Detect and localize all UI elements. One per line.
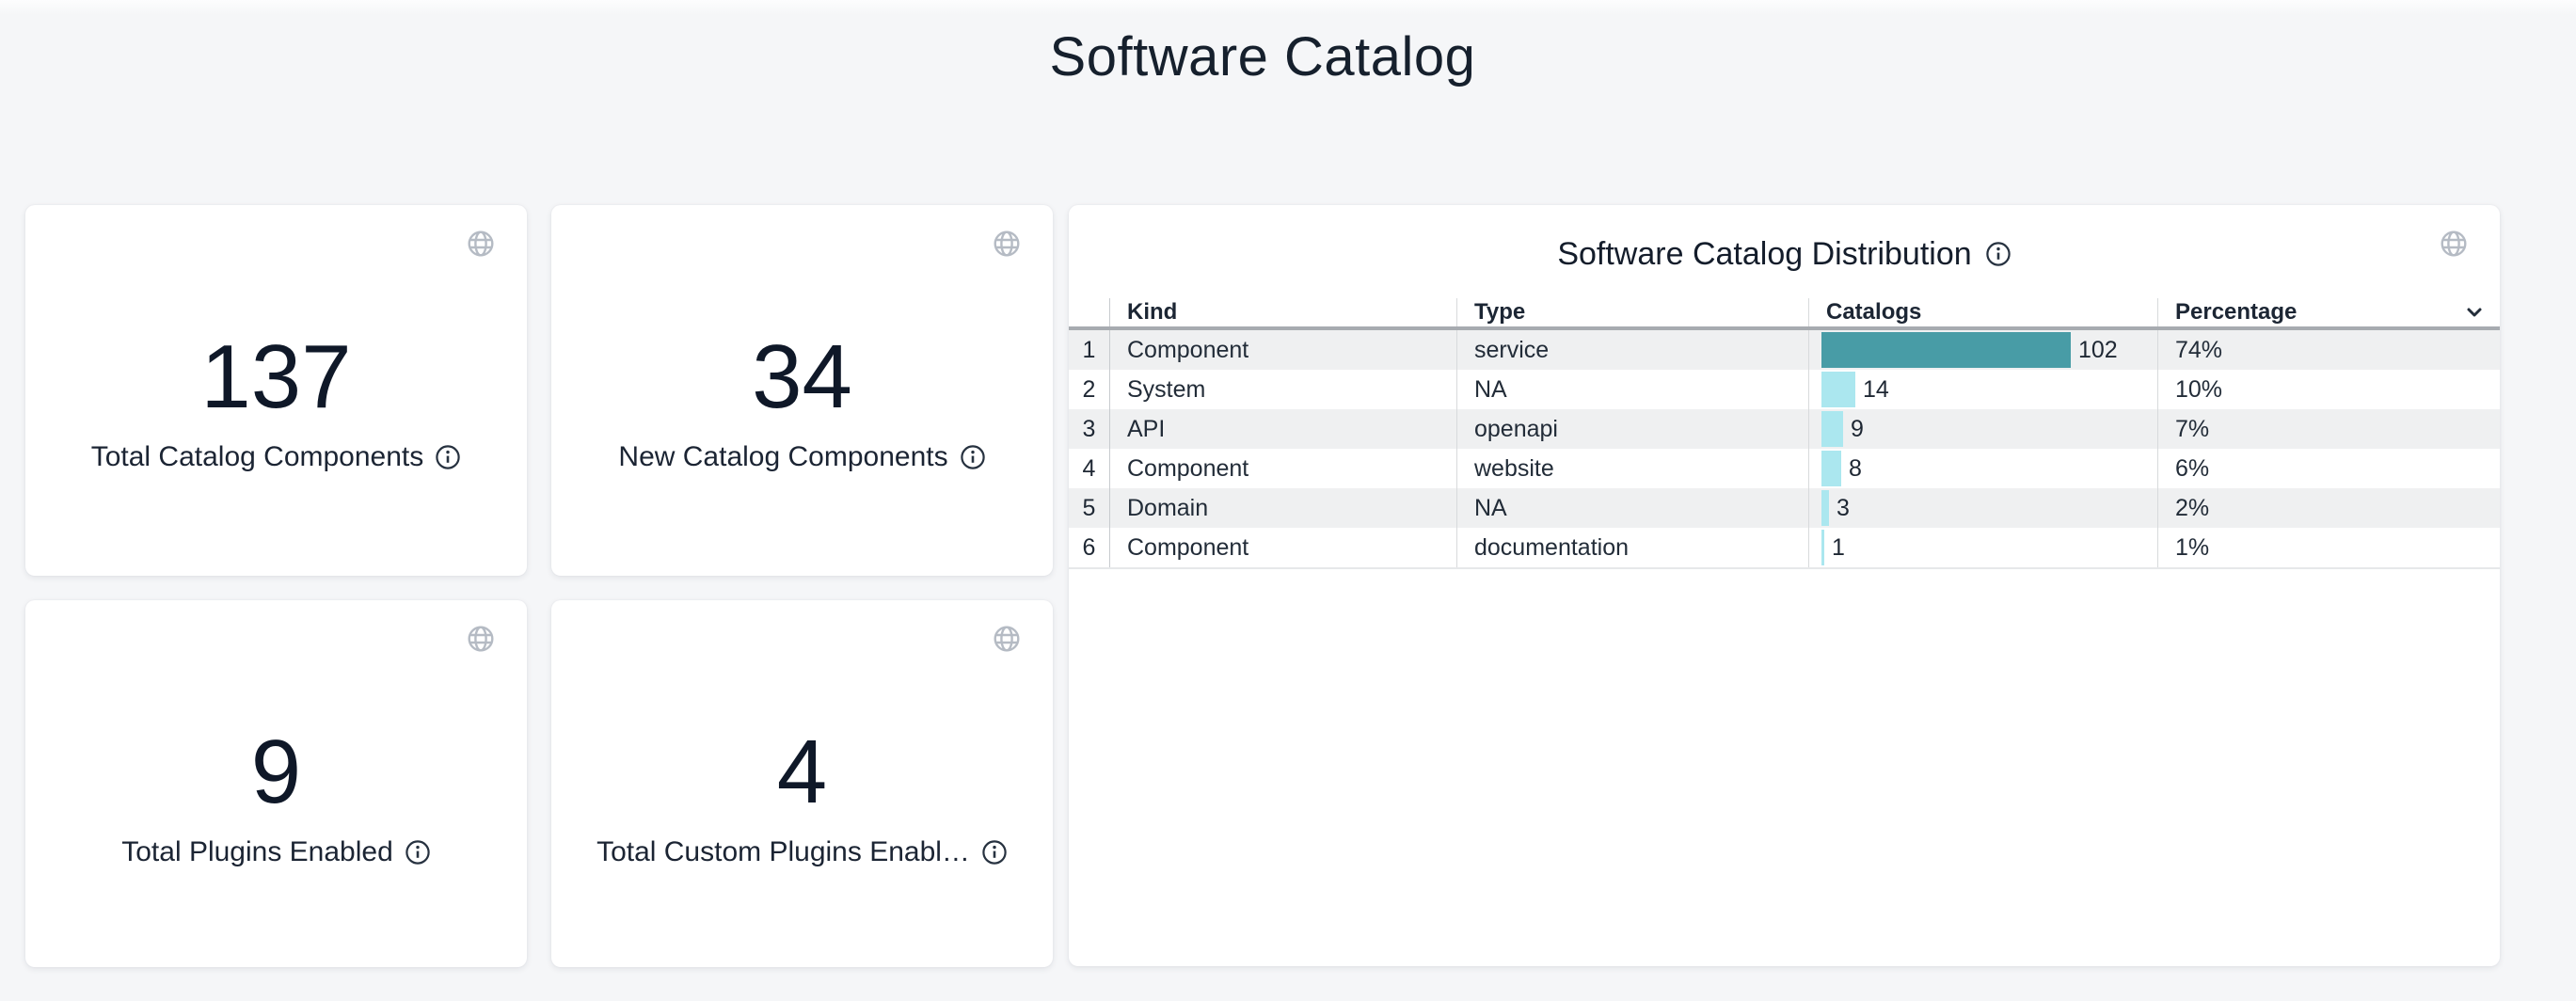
cell-percentage: 1%	[2157, 528, 2500, 567]
cell-kind: Component	[1109, 528, 1456, 567]
catalog-bar-value: 3	[1837, 495, 1850, 522]
cell-percentage: 10%	[2157, 370, 2500, 409]
row-index: 4	[1069, 449, 1109, 488]
cell-type: service	[1456, 330, 1808, 370]
catalog-bar	[1821, 411, 1843, 447]
catalog-bar	[1821, 530, 1824, 565]
table-row: 5 Domain NA 3 2%	[1069, 488, 2500, 528]
stat-card-new-catalog-components: 34 New Catalog Components	[551, 205, 1053, 576]
catalog-bar	[1821, 451, 1841, 486]
catalog-bar-value: 8	[1849, 455, 1862, 483]
chevron-down-icon[interactable]	[2462, 300, 2487, 325]
stat-card-total-custom-plugins-enabled: 4 Total Custom Plugins Enabl…	[551, 600, 1053, 967]
row-index: 1	[1069, 330, 1109, 370]
software-catalog-distribution-card: Software Catalog Distribution Kind Type …	[1069, 205, 2500, 966]
stat-label: Total Custom Plugins Enabl…	[596, 836, 970, 868]
catalog-bar	[1821, 490, 1829, 526]
stat-value: 4	[551, 721, 1053, 824]
column-header-catalogs[interactable]: Catalogs	[1808, 298, 2157, 326]
info-icon[interactable]	[435, 444, 461, 470]
catalog-bar-value: 102	[2078, 337, 2118, 364]
cell-percentage: 7%	[2157, 409, 2500, 449]
cell-type: NA	[1456, 488, 1808, 528]
catalog-bar-value: 1	[1832, 534, 1845, 562]
table-row: 1 Component service 102 74%	[1069, 330, 2500, 370]
stat-label: Total Plugins Enabled	[121, 836, 393, 868]
globe-icon[interactable]	[993, 230, 1021, 258]
cell-kind: Component	[1109, 449, 1456, 488]
stat-card-total-catalog-components: 137 Total Catalog Components	[25, 205, 527, 576]
cell-catalogs: 14	[1808, 370, 2157, 409]
cell-catalogs: 8	[1808, 449, 2157, 488]
table-row: 4 Component website 8 6%	[1069, 449, 2500, 488]
catalog-bar-value: 9	[1851, 416, 1864, 443]
column-header-index	[1069, 298, 1109, 326]
info-icon[interactable]	[960, 444, 986, 470]
row-index: 3	[1069, 409, 1109, 449]
cell-type: documentation	[1456, 528, 1808, 567]
stat-card-total-plugins-enabled: 9 Total Plugins Enabled	[25, 600, 527, 967]
catalog-bar-value: 14	[1863, 376, 1889, 404]
cell-type: website	[1456, 449, 1808, 488]
cell-kind: Component	[1109, 330, 1456, 370]
column-header-percentage[interactable]: Percentage	[2157, 298, 2500, 326]
stat-value: 9	[25, 721, 527, 824]
cell-percentage: 74%	[2157, 330, 2500, 370]
cell-catalogs: 1	[1808, 528, 2157, 567]
row-index: 2	[1069, 370, 1109, 409]
table-row: 3 API openapi 9 7%	[1069, 409, 2500, 449]
table-row: 6 Component documentation 1 1%	[1069, 528, 2500, 569]
catalog-bar	[1821, 332, 2071, 368]
stat-label: New Catalog Components	[618, 441, 947, 473]
info-icon[interactable]	[981, 839, 1008, 866]
distribution-title: Software Catalog Distribution	[1557, 235, 1971, 273]
table-row: 2 System NA 14 10%	[1069, 370, 2500, 409]
cell-kind: System	[1109, 370, 1456, 409]
page-title: Software Catalog	[25, 24, 2500, 90]
globe-icon[interactable]	[467, 230, 495, 258]
row-index: 6	[1069, 528, 1109, 567]
stat-label: Total Catalog Components	[91, 441, 424, 473]
stat-value: 34	[551, 326, 1053, 429]
column-header-kind[interactable]: Kind	[1109, 298, 1456, 326]
stat-value: 137	[25, 326, 527, 429]
distribution-table: Kind Type Catalogs Percentage 1 Componen…	[1069, 298, 2500, 569]
table-header-row: Kind Type Catalogs Percentage	[1069, 298, 2500, 330]
info-icon[interactable]	[1985, 241, 2012, 267]
cell-catalogs: 102	[1808, 330, 2157, 370]
cell-catalogs: 9	[1808, 409, 2157, 449]
column-header-percentage-label: Percentage	[2175, 299, 2297, 326]
cell-type: NA	[1456, 370, 1808, 409]
column-header-type[interactable]: Type	[1456, 298, 1808, 326]
cell-percentage: 6%	[2157, 449, 2500, 488]
cell-kind: Domain	[1109, 488, 1456, 528]
cell-kind: API	[1109, 409, 1456, 449]
row-index: 5	[1069, 488, 1109, 528]
cell-type: openapi	[1456, 409, 1808, 449]
info-icon[interactable]	[405, 839, 431, 866]
cell-catalogs: 3	[1808, 488, 2157, 528]
catalog-bar	[1821, 372, 1855, 407]
globe-icon[interactable]	[993, 625, 1021, 653]
cell-percentage: 2%	[2157, 488, 2500, 528]
globe-icon[interactable]	[467, 625, 495, 653]
